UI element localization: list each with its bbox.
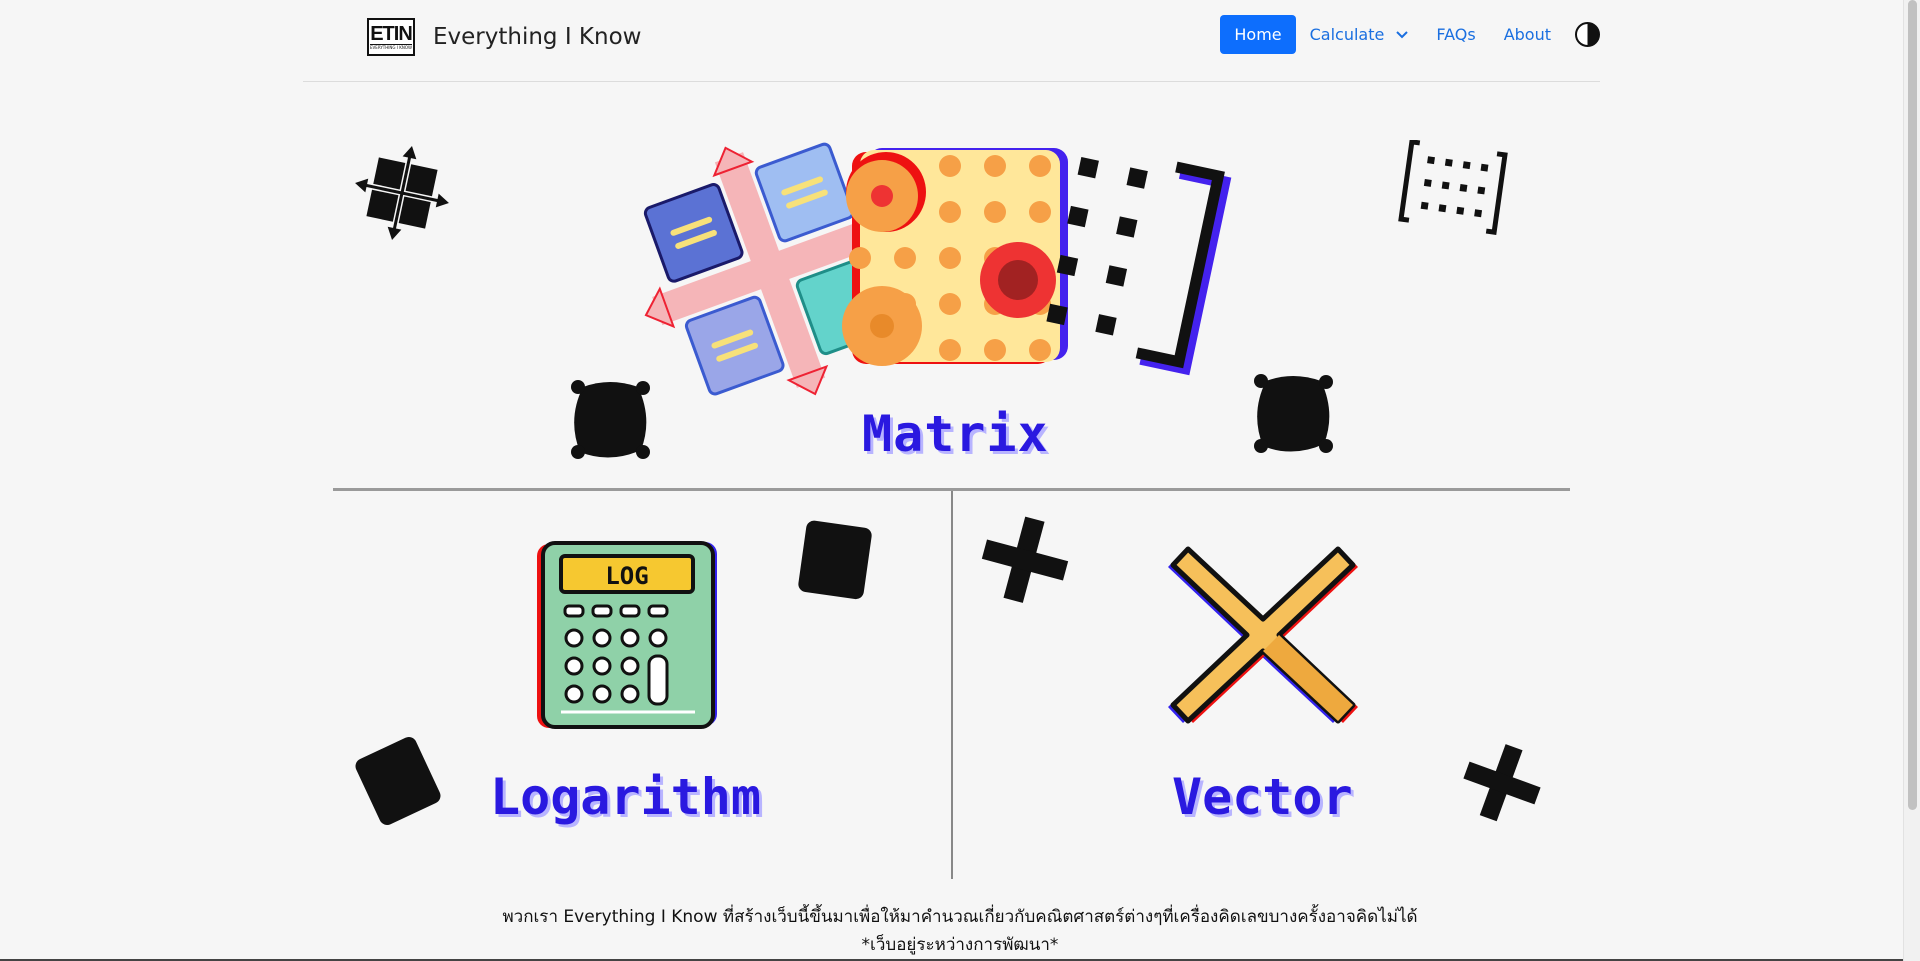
- scrollbar-thumb[interactable]: [1908, 0, 1917, 810]
- nav-calculate-label: Calculate: [1309, 25, 1385, 44]
- nav-about-link[interactable]: About: [1490, 15, 1565, 54]
- brand-name: Everything I Know: [433, 24, 642, 50]
- plus-arrows-icon: [355, 146, 449, 240]
- contrast-icon[interactable]: [1575, 22, 1600, 47]
- nav-home-label: Home: [1234, 25, 1282, 44]
- matrix-label[interactable]: Matrix: [862, 405, 1049, 463]
- nav-about-label: About: [1503, 25, 1551, 44]
- log-screen-text: LOG: [605, 562, 648, 590]
- plus-icon: [981, 516, 1069, 603]
- blob-icon: [1254, 374, 1333, 453]
- nav-faqs-link[interactable]: FAQs: [1422, 15, 1489, 54]
- logarithm-label[interactable]: Logarithm: [490, 768, 761, 826]
- matrix-graphic: [643, 142, 1232, 396]
- chevron-down-icon: [1396, 30, 1409, 38]
- plus-icon: [1463, 744, 1541, 822]
- vertical-scrollbar[interactable]: [1903, 0, 1920, 961]
- nav-home-link[interactable]: Home: [1220, 15, 1296, 54]
- brand-link[interactable]: ETIN EVERYTHING I KNOW Everything I Know: [367, 18, 641, 56]
- logarithm-illustration[interactable]: LOG: [535, 540, 720, 730]
- calculator-icon: LOG: [537, 541, 717, 729]
- vertical-divider: [951, 491, 953, 879]
- nav-menu: Home Calculate FAQs About: [1220, 15, 1600, 54]
- matrix-illustration[interactable]: [620, 140, 1260, 410]
- nav-calculate-dropdown[interactable]: Calculate: [1296, 15, 1423, 54]
- tilted-square-icon: [798, 520, 872, 600]
- vector-label[interactable]: Vector: [1172, 768, 1353, 826]
- navbar: ETIN EVERYTHING I KNOW Everything I Know…: [303, 0, 1600, 82]
- etin-logo: ETIN EVERYTHING I KNOW: [367, 18, 415, 56]
- tilted-square-icon: [355, 737, 441, 825]
- multiply-cross-icon: [1168, 546, 1358, 724]
- matrix-bracket-icon: [1398, 140, 1508, 235]
- intro-text: พวกเรา Everything I Know ที่สร้างเว็บนี้…: [502, 907, 1418, 927]
- nav-faqs-label: FAQs: [1436, 25, 1476, 44]
- logo-subtext: EVERYTHING I KNOW: [370, 43, 412, 50]
- logo-text: ETIN: [370, 22, 413, 45]
- vector-illustration[interactable]: [1160, 535, 1366, 731]
- development-notice: *เว็บอยู่ระหว่างการพัฒนา*: [861, 935, 1059, 955]
